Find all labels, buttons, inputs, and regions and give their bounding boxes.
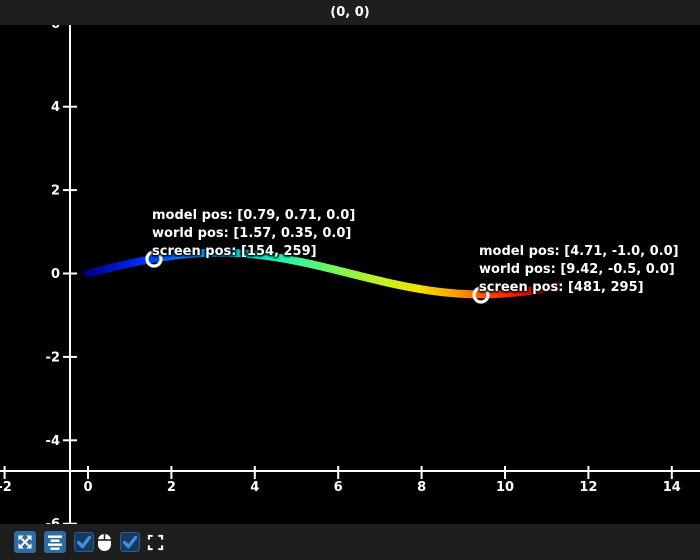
x-tick-label: 0 bbox=[83, 480, 92, 495]
y-tick-label: 2 bbox=[51, 184, 60, 199]
four-arrows-icon bbox=[16, 533, 34, 551]
title-bar: (0, 0) bbox=[0, 0, 700, 25]
pan-tool-button[interactable] bbox=[14, 531, 36, 553]
fullscreen-checkbox[interactable] bbox=[120, 532, 140, 552]
x-tick-label: 2 bbox=[167, 480, 176, 495]
checkmark-icon bbox=[76, 535, 92, 549]
bottom-toolbar bbox=[0, 524, 700, 560]
x-tick-label: 10 bbox=[496, 480, 514, 495]
y-tick-label: 0 bbox=[51, 267, 60, 282]
x-tick-label: 8 bbox=[417, 480, 426, 495]
center-lines-tool-button[interactable] bbox=[44, 531, 66, 553]
x-tick-label: 4 bbox=[250, 480, 259, 495]
checkmark-icon bbox=[122, 535, 138, 549]
x-tick-label: 12 bbox=[579, 480, 597, 495]
sine-curve[interactable] bbox=[84, 248, 563, 299]
x-tick-label: 14 bbox=[663, 480, 681, 495]
x-tick-label: -2 bbox=[0, 480, 12, 495]
plot-window: (0, 0) -2024681012146420-2-4-6 model pos… bbox=[0, 0, 700, 560]
mouse-icon bbox=[97, 533, 112, 552]
y-tick-label: 4 bbox=[51, 100, 60, 115]
center-lines-icon bbox=[46, 533, 64, 551]
mouse-interaction-checkbox[interactable] bbox=[74, 532, 94, 552]
fullscreen-button[interactable] bbox=[147, 534, 164, 551]
x-tick-label: 6 bbox=[334, 480, 343, 495]
fullscreen-icon bbox=[147, 534, 164, 551]
plot-canvas[interactable]: -2024681012146420-2-4-6 bbox=[0, 0, 700, 560]
window-title: (0, 0) bbox=[330, 5, 370, 20]
y-tick-label: -2 bbox=[46, 350, 60, 365]
y-tick-label: -4 bbox=[46, 434, 60, 449]
